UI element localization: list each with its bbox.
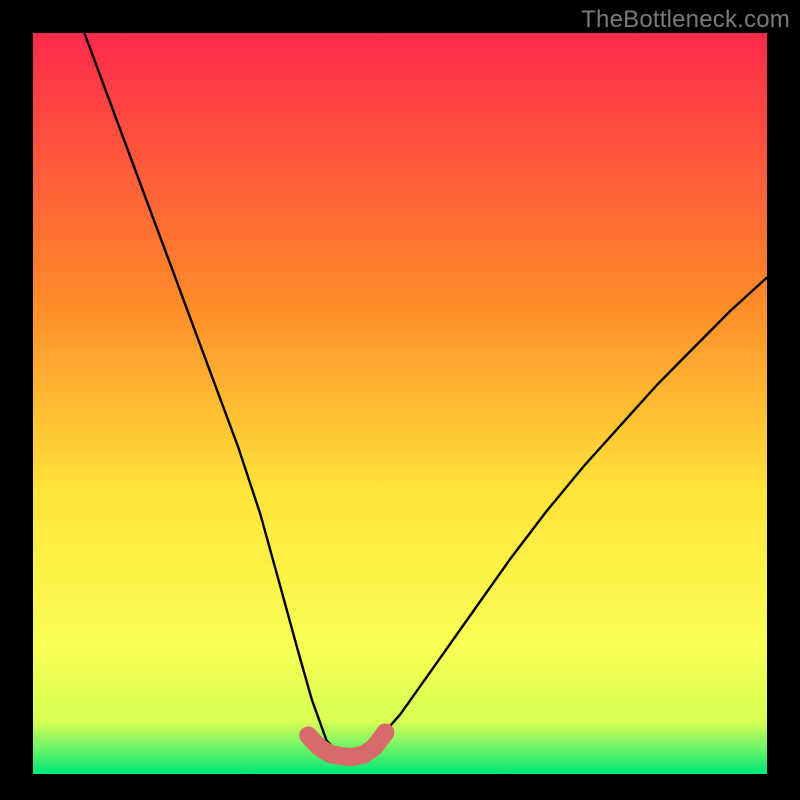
gradient-panel	[33, 33, 767, 774]
optimal-range-start-dot	[299, 727, 317, 745]
chart-stage: { "watermark": "TheBottleneck.com", "col…	[0, 0, 800, 800]
optimal-range-end-dot	[376, 724, 394, 742]
watermark-text: TheBottleneck.com	[581, 6, 790, 34]
bottleneck-chart	[0, 0, 800, 800]
